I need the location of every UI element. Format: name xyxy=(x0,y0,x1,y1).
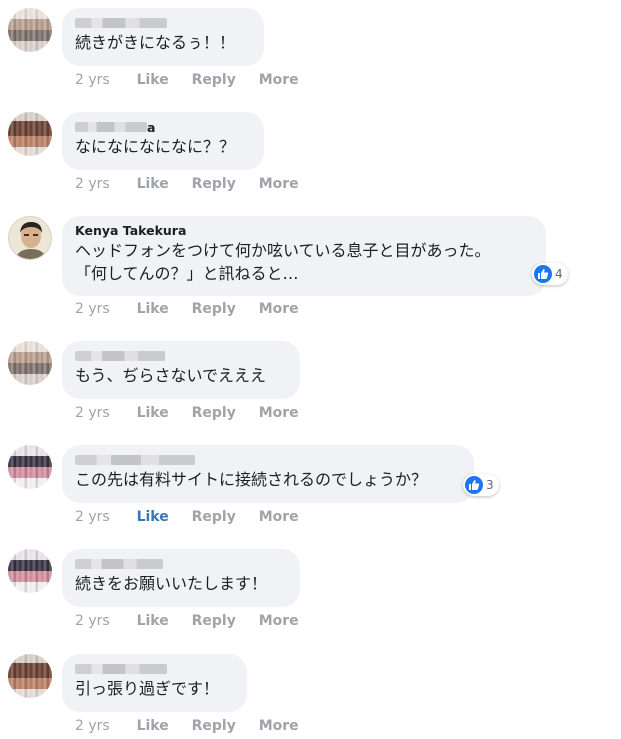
like-button[interactable]: Like xyxy=(137,301,169,317)
comment-actions: 2 yrs Like Reply More xyxy=(75,717,317,735)
reply-button[interactable]: Reply xyxy=(192,405,236,421)
like-button[interactable]: Like xyxy=(137,509,169,525)
comment-author[interactable]: a xyxy=(75,119,250,135)
reply-button[interactable]: Reply xyxy=(192,176,236,192)
comment-actions: 2 yrs Like Reply More xyxy=(75,508,317,526)
comment-text-line-2: 「何してんの？」と訊ねると… xyxy=(75,264,299,283)
comment-time[interactable]: 2 yrs xyxy=(75,301,110,317)
avatar[interactable] xyxy=(8,445,52,489)
avatar[interactable] xyxy=(8,549,52,593)
like-button[interactable]: Like xyxy=(137,613,169,629)
like-button[interactable]: Like xyxy=(137,718,169,734)
comment-text: なになになになに？？ xyxy=(75,137,236,156)
like-button[interactable]: Like xyxy=(137,176,169,192)
comment-text: 引っ張り過ぎです！ xyxy=(75,679,220,698)
comment-actions: 2 yrs Like Reply More xyxy=(75,175,317,193)
comment-actions: 2 yrs Like Reply More xyxy=(75,71,317,89)
comment-time[interactable]: 2 yrs xyxy=(75,718,110,734)
comment-time[interactable]: 2 yrs xyxy=(75,72,110,88)
avatar[interactable] xyxy=(8,216,52,260)
comment-actions: 2 yrs Like Reply More xyxy=(75,612,317,630)
comment-author[interactable] xyxy=(75,348,286,364)
comment-text: 続きをお願いいたします！ xyxy=(75,574,268,593)
comment-author[interactable] xyxy=(75,15,250,31)
more-button[interactable]: More xyxy=(259,176,299,192)
comment-bubble: 引っ張り過ぎです！ xyxy=(62,654,247,712)
comment-time[interactable]: 2 yrs xyxy=(75,509,110,525)
reply-button[interactable]: Reply xyxy=(192,509,236,525)
more-button[interactable]: More xyxy=(259,718,299,734)
comment-bubble: Kenya Takekura ヘッドフォンをつけて何か呟いている息子と目があった… xyxy=(62,216,546,296)
more-button[interactable]: More xyxy=(259,613,299,629)
reaction-count: 4 xyxy=(555,267,563,281)
comment-bubble: この先は有料サイトに接続されるのでしょうか？ xyxy=(62,445,474,503)
comment-actions: 2 yrs Like Reply More xyxy=(75,300,317,318)
comment-author-name: a xyxy=(147,120,156,135)
comment-text: 続きがきになるぅ！！ xyxy=(75,33,236,52)
more-button[interactable]: More xyxy=(259,509,299,525)
avatar[interactable] xyxy=(8,654,52,698)
comment-bubble: 続きをお願いいたします！ xyxy=(62,549,300,607)
avatar[interactable] xyxy=(8,112,52,156)
comment-author[interactable]: Kenya Takekura xyxy=(75,223,532,239)
reply-button[interactable]: Reply xyxy=(192,301,236,317)
comment-bubble: a なになになになに？？ xyxy=(62,112,264,170)
more-button[interactable]: More xyxy=(259,301,299,317)
comment-time[interactable]: 2 yrs xyxy=(75,176,110,192)
comment-text: もう、ぢらさないでえええ xyxy=(75,366,267,385)
comment-bubble: 続きがきになるぅ！！ xyxy=(62,8,264,66)
comment-actions: 2 yrs Like Reply More xyxy=(75,404,317,422)
reply-button[interactable]: Reply xyxy=(192,613,236,629)
reply-button[interactable]: Reply xyxy=(192,718,236,734)
reaction-count: 3 xyxy=(486,478,494,492)
avatar-photo xyxy=(9,217,51,259)
comment-text-line-1: ヘッドフォンをつけて何か呟いている息子と目があった。 xyxy=(75,241,491,260)
comment-author[interactable] xyxy=(75,661,233,677)
comment-text: この先は有料サイトに接続されるのでしょうか？ xyxy=(75,470,428,489)
more-button[interactable]: More xyxy=(259,72,299,88)
avatar[interactable] xyxy=(8,8,52,52)
comment-time[interactable]: 2 yrs xyxy=(75,405,110,421)
avatar[interactable] xyxy=(8,341,52,385)
like-icon xyxy=(534,265,552,283)
more-button[interactable]: More xyxy=(259,405,299,421)
like-icon xyxy=(465,476,483,494)
comment-author[interactable] xyxy=(75,452,460,468)
reaction-badge[interactable]: 4 xyxy=(532,263,568,285)
comment-time[interactable]: 2 yrs xyxy=(75,613,110,629)
comment-bubble: もう、ぢらさないでえええ xyxy=(62,341,300,399)
like-button[interactable]: Like xyxy=(137,405,169,421)
comment-author[interactable] xyxy=(75,556,286,572)
reply-button[interactable]: Reply xyxy=(192,72,236,88)
like-button[interactable]: Like xyxy=(137,72,169,88)
reaction-badge[interactable]: 3 xyxy=(463,474,499,496)
